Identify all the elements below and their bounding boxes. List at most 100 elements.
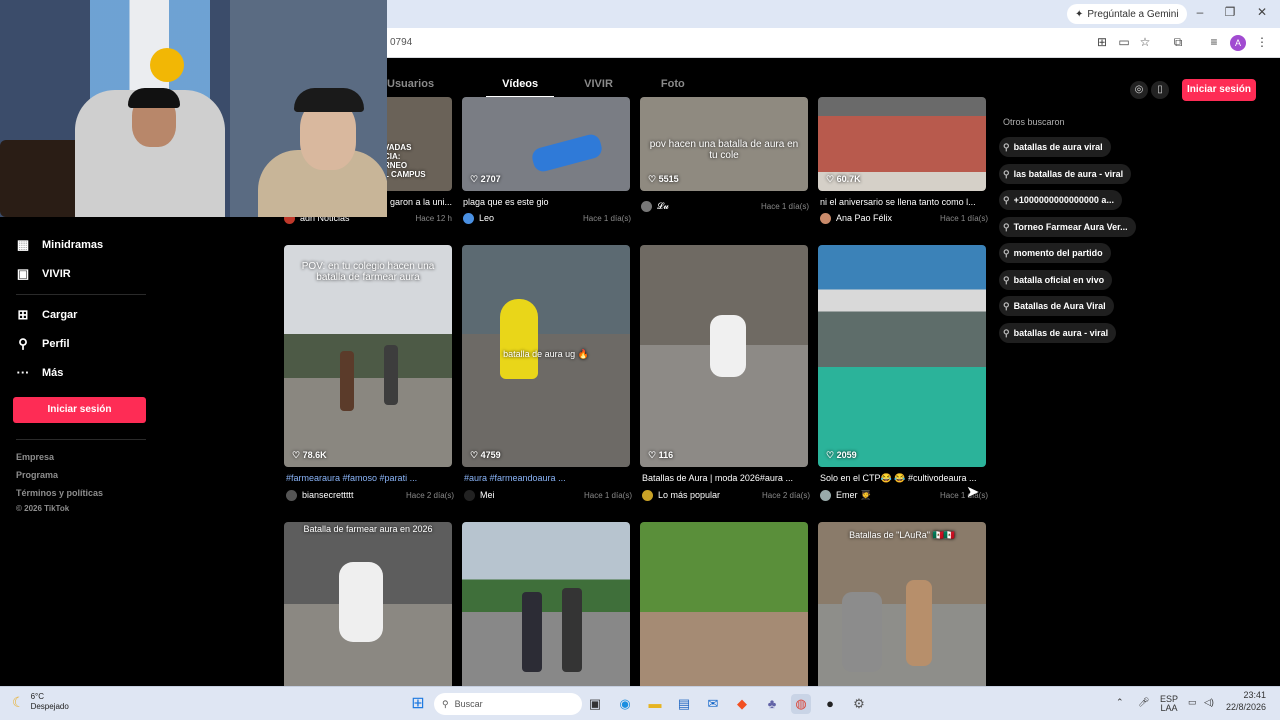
task-view-icon[interactable]: ▣ (585, 694, 605, 714)
url-text[interactable]: 0794 (390, 37, 412, 48)
person-icon: ⚲ (18, 336, 28, 351)
video-thumbnail[interactable]: POV: en tu colegio hacen una batalla de … (284, 245, 452, 467)
language-indicator[interactable]: ESP LAA (1160, 695, 1178, 713)
video-caption[interactable]: #aura #farmeandoaura ... (464, 473, 632, 483)
teams-icon[interactable]: ♣ (762, 694, 782, 714)
video-username[interactable]: biansecrettttt (302, 490, 406, 500)
related-search-chip[interactable]: ⚲ Torneo Farmear Aura Ver... (999, 217, 1136, 237)
avatar[interactable] (286, 489, 297, 501)
store-icon[interactable]: ▤ (674, 694, 694, 714)
video-thumbnail[interactable] (640, 522, 808, 686)
taskbar-search[interactable]: ⚲ Buscar (434, 693, 582, 715)
kebab-menu-icon[interactable]: ⋮ (1254, 35, 1270, 49)
video-likes: ♡ 78.6K (292, 450, 327, 460)
gemini-button[interactable]: ✦ Pregúntale a Gemini (1067, 4, 1187, 24)
restore-icon[interactable]: ❐ (1220, 5, 1240, 19)
tab-usuarios[interactable]: Usuarios (387, 70, 434, 98)
video-username[interactable]: Lo más popular (658, 490, 762, 500)
video-thumbnail[interactable]: batalla de aura ug 🔥 ♡ 4759 (462, 245, 630, 467)
sidebar-item-cargar[interactable]: ⊞ Cargar (16, 307, 78, 323)
video-thumbnail[interactable] (462, 522, 630, 686)
related-search-chip[interactable]: ⚲ batalla oficial en vivo (999, 270, 1113, 290)
network-icon[interactable]: ▭ (1188, 698, 1197, 707)
film-icon: ▦ (16, 237, 30, 252)
footer-link-terminos[interactable]: Términos y políticas (16, 488, 103, 498)
video-thumbnail[interactable]: Batallas de "LAuRa" 🇲🇽🇲🇽 (818, 522, 986, 686)
app-icon[interactable]: ● (820, 694, 840, 714)
footer-link-programa[interactable]: Programa (16, 470, 58, 480)
sidebar-item-label: Perfil (42, 338, 70, 350)
sidebar-item-mas[interactable]: ··· Más (16, 365, 64, 380)
avatar[interactable] (642, 489, 653, 501)
sidebar-login-button[interactable]: Iniciar sesión (13, 397, 146, 423)
video-username[interactable]: Mei (480, 490, 584, 500)
related-search-chip[interactable]: ⚲ Batallas de Aura Viral (999, 296, 1114, 316)
clock[interactable]: 23:41 22/8/2026 (1226, 691, 1266, 712)
video-username[interactable]: 𝓛𝓾 (657, 201, 761, 212)
brave-icon[interactable]: ◆ (732, 694, 752, 714)
avatar[interactable] (464, 489, 475, 501)
footer-link-empresa[interactable]: Empresa (16, 452, 54, 462)
edge-icon[interactable]: ◉ (615, 694, 635, 714)
video-caption[interactable]: ni el aniversario se llena tanto como l.… (820, 197, 988, 207)
extensions-icon[interactable]: ⧉ (1170, 35, 1186, 50)
video-thumbnail[interactable]: ♡ 116 (640, 245, 808, 467)
video-caption[interactable]: #farmearaura #famoso #parati ... (286, 473, 454, 483)
profile-avatar[interactable]: A (1230, 35, 1246, 51)
avatar[interactable] (820, 212, 831, 224)
sidebar-item-label: Cargar (42, 309, 78, 321)
related-search-chip[interactable]: ⚲ momento del partido (999, 243, 1111, 263)
video-caption[interactable]: Batallas de Aura | moda 2026#aura ... (642, 473, 810, 483)
video-username[interactable]: Leo (479, 213, 583, 223)
video-thumbnail[interactable]: Batalla de farmear aura en 2026 (284, 522, 452, 686)
bookmark-star-icon[interactable]: ☆ (1137, 35, 1153, 49)
video-thumbnail[interactable]: ♡ 2059 (818, 245, 986, 467)
close-icon[interactable]: ✕ (1252, 5, 1272, 19)
related-search-chip[interactable]: ⚲ batallas de aura viral (999, 137, 1111, 157)
video-caption[interactable]: Solo en el CTP😂 😂 #cultivodeaura ... (820, 473, 988, 484)
minimize-icon[interactable]: – (1190, 5, 1210, 19)
compass-icon[interactable]: ◎ (1130, 81, 1148, 99)
related-search-chip[interactable]: ⚲ +1000000000000000 a... (999, 190, 1122, 210)
avatar[interactable] (463, 212, 474, 224)
avatar[interactable] (641, 200, 652, 212)
video-time: Hace 2 día(s) (405, 490, 454, 500)
tab-foto[interactable]: Foto (661, 70, 709, 98)
media-icon[interactable]: ≡ (1206, 35, 1222, 49)
sidebar-item-vivir[interactable]: ▣ VIVIR (16, 266, 71, 282)
sidebar-divider (16, 439, 146, 440)
video-time: Hace 2 día(s) (761, 490, 810, 500)
avatar[interactable] (820, 489, 831, 501)
sidebar-item-minidramas[interactable]: ▦ Minidramas (16, 237, 103, 253)
outlook-icon[interactable]: ✉ (703, 694, 723, 714)
tab-vivir[interactable]: VIVIR (584, 70, 613, 98)
video-username[interactable]: Ana Pao Félix (836, 213, 940, 223)
tray-chevron-icon[interactable]: ⌃ (1116, 698, 1124, 707)
settings-icon[interactable]: ⚙ (849, 694, 869, 714)
clock-date: 22/8/2026 (1226, 702, 1267, 712)
tab-videos[interactable]: Vídeos (486, 70, 555, 98)
weather-widget[interactable]: ☾ 6°C Despejado (12, 692, 69, 712)
chrome-icon[interactable]: ◍ (791, 694, 811, 714)
windows-start-icon[interactable]: ⊞ (408, 694, 428, 714)
volume-icon[interactable]: ◁) (1204, 698, 1214, 707)
video-thumbnail[interactable]: pov hacen una batalla de aura en tu cole… (640, 97, 808, 191)
video-thumbnail[interactable]: ♡ 60.7K (818, 97, 986, 191)
video-username[interactable]: Emer 🧑‍🎓 (836, 490, 940, 501)
file-explorer-icon[interactable]: ▬ (645, 694, 665, 714)
cursor-icon: ➤ (966, 484, 980, 501)
microphone-icon[interactable]: 🎤︎ (1138, 698, 1149, 707)
header-login-button[interactable]: Iniciar sesión (1182, 79, 1256, 101)
phone-icon[interactable]: ▯ (1151, 81, 1169, 99)
related-search-chip[interactable]: ⚲ batallas de aura - viral (999, 323, 1117, 343)
related-search-chip[interactable]: ⚲ las batallas de aura - viral (999, 164, 1132, 184)
sidebar-item-perfil[interactable]: ⚲ Perfil (16, 336, 70, 352)
video-overlay-text: Batalla de farmear aura en 2026 (303, 524, 433, 534)
video-thumbnail[interactable]: ♡ 2707 (462, 97, 630, 191)
translate-icon[interactable]: ⊞ (1094, 35, 1110, 49)
search-icon: ⚲ (1003, 300, 1010, 311)
cast-icon[interactable]: ▭ (1116, 35, 1132, 49)
video-caption[interactable]: plaga que es este gio (463, 197, 631, 207)
video-time: Hace 1 día(s) (582, 213, 631, 223)
sidebar-item-label: Minidramas (42, 239, 104, 251)
